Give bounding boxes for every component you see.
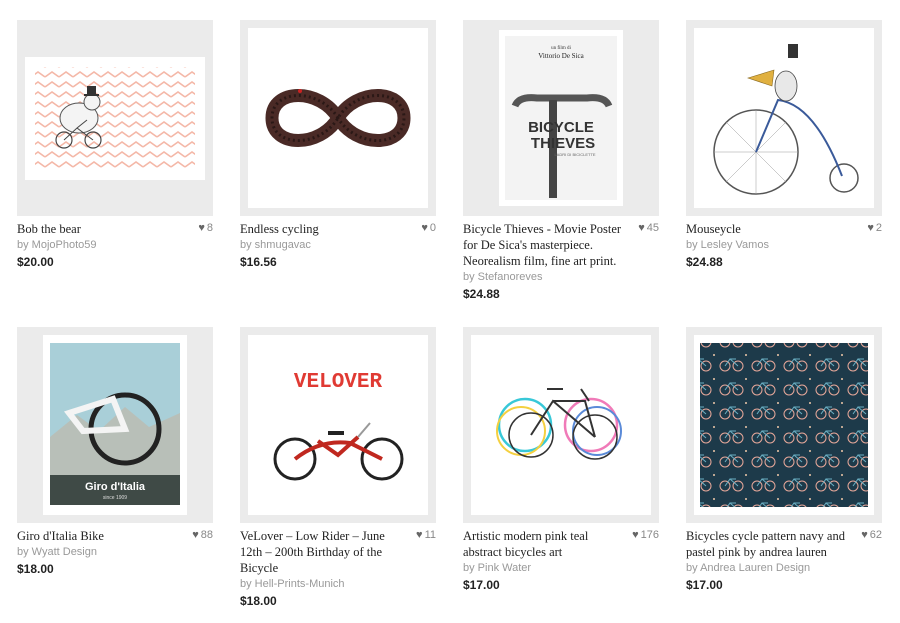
product-info: Artistic modern pink teal abstract bicyc… xyxy=(463,528,659,593)
product-title[interactable]: Bicycle Thieves - Movie Poster for De Si… xyxy=(463,221,659,269)
bicycle-thieves-poster-artwork: un film di Vittorio De Sica BICYCLE THIE… xyxy=(499,30,623,206)
product-thumbnail[interactable] xyxy=(463,327,659,523)
product-title[interactable]: Artistic modern pink teal abstract bicyc… xyxy=(463,528,659,560)
like-count-value: 45 xyxy=(646,222,659,234)
like-count[interactable]: ♥ 62 xyxy=(861,528,882,542)
like-count-value: 0 xyxy=(429,222,436,234)
poster-title-line2: THIEVES xyxy=(531,135,595,152)
product-info: VeLover – Low Rider – June 12th – 200th … xyxy=(240,528,436,609)
product-price: $17.00 xyxy=(463,578,500,592)
artist-link[interactable]: by shmugavac xyxy=(240,238,436,253)
product-price: $24.88 xyxy=(686,255,723,269)
product-title[interactable]: Mouseycle xyxy=(686,221,882,237)
product-info: Endless cycling ♥ 0 by shmugavac $16.56 xyxy=(240,221,436,270)
like-count[interactable]: ♥ 88 xyxy=(192,528,213,542)
poster-credit-text: un film di xyxy=(551,46,571,51)
poster-title-line1: BICYCLE xyxy=(528,119,594,136)
like-count[interactable]: ♥ 45 xyxy=(638,221,659,235)
poster-subtitle: since 1909 xyxy=(103,495,127,501)
product-price: $18.00 xyxy=(240,594,277,608)
like-count[interactable]: ♥ 0 xyxy=(421,221,436,235)
heart-icon[interactable]: ♥ xyxy=(861,529,868,541)
product-thumbnail[interactable]: Giro d'Italia since 1909 xyxy=(17,327,213,523)
product-price: $17.00 xyxy=(686,578,723,592)
product-thumbnail[interactable] xyxy=(17,20,213,216)
product-info: Bob the bear ♥ 8 by MojoPhoto59 $20.00 xyxy=(17,221,213,270)
artist-link[interactable]: by Pink Water xyxy=(463,561,659,576)
poster-title-text: Giro d'Italia xyxy=(85,481,146,493)
like-count-value: 176 xyxy=(640,529,659,541)
product-title[interactable]: Endless cycling xyxy=(240,221,436,237)
infinity-tire-artwork xyxy=(248,28,428,208)
bear-on-bicycle-artwork xyxy=(25,57,205,180)
product-price: $18.00 xyxy=(17,562,54,576)
artist-link[interactable]: by Hell-Prints-Munich xyxy=(240,577,436,592)
like-count-value: 8 xyxy=(206,222,213,234)
product-thumbnail[interactable]: VELOVER xyxy=(240,327,436,523)
heart-icon[interactable]: ♥ xyxy=(638,222,645,234)
poster-subtitle: LADRI DI BICICLETTE xyxy=(554,152,595,157)
heart-icon[interactable]: ♥ xyxy=(632,529,639,541)
product-info: Bicycles cycle pattern navy and pastel p… xyxy=(686,528,882,593)
velover-lowrider-artwork: VELOVER xyxy=(248,335,428,515)
like-count-value: 88 xyxy=(200,529,213,541)
heart-icon[interactable]: ♥ xyxy=(867,222,874,234)
colorful-bicycles-artwork xyxy=(471,335,651,515)
heart-icon[interactable]: ♥ xyxy=(416,529,423,541)
heart-icon[interactable]: ♥ xyxy=(421,222,428,234)
heart-icon[interactable]: ♥ xyxy=(192,529,199,541)
product-price: $20.00 xyxy=(17,255,54,269)
product-thumbnail[interactable] xyxy=(686,327,882,523)
product-title[interactable]: Bob the bear xyxy=(17,221,213,237)
artist-link[interactable]: by Andrea Lauren Design xyxy=(686,561,882,576)
like-count-value: 11 xyxy=(424,529,436,541)
navy-bicycle-pattern-artwork xyxy=(694,335,874,515)
poster-director-text: Vittorio De Sica xyxy=(538,52,584,60)
product-thumbnail[interactable] xyxy=(686,20,882,216)
heart-icon[interactable]: ♥ xyxy=(198,222,205,234)
product-info: Bicycle Thieves - Movie Poster for De Si… xyxy=(463,221,659,302)
like-count[interactable]: ♥ 8 xyxy=(198,221,213,235)
artist-link[interactable]: by Stefanoreves xyxy=(463,270,659,285)
like-count[interactable]: ♥ 11 xyxy=(416,528,436,542)
product-thumbnail[interactable] xyxy=(240,20,436,216)
artist-link[interactable]: by MojoPhoto59 xyxy=(17,238,213,253)
like-count-value: 62 xyxy=(869,529,882,541)
product-title[interactable]: Giro d'Italia Bike xyxy=(17,528,213,544)
giro-italia-poster-artwork: Giro d'Italia since 1909 xyxy=(43,335,187,515)
product-price: $16.56 xyxy=(240,255,277,269)
artist-link[interactable]: by Wyatt Design xyxy=(17,545,213,560)
like-count-value: 2 xyxy=(875,222,882,234)
product-info: Giro d'Italia Bike ♥ 88 by Wyatt Design $… xyxy=(17,528,213,577)
product-title[interactable]: Bicycles cycle pattern navy and pastel p… xyxy=(686,528,882,560)
like-count[interactable]: ♥ 2 xyxy=(867,221,882,235)
product-price: $24.88 xyxy=(463,287,500,301)
like-count[interactable]: ♥ 176 xyxy=(632,528,659,542)
velover-heading-text: VELOVER xyxy=(294,371,383,394)
product-thumbnail[interactable]: un film di Vittorio De Sica BICYCLE THIE… xyxy=(463,20,659,216)
artist-link[interactable]: by Lesley Vamos xyxy=(686,238,882,253)
product-title[interactable]: VeLover – Low Rider – June 12th – 200th … xyxy=(240,528,436,576)
product-info: Mouseycle ♥ 2 by Lesley Vamos $24.88 xyxy=(686,221,882,270)
mouse-penny-farthing-artwork xyxy=(694,28,874,208)
